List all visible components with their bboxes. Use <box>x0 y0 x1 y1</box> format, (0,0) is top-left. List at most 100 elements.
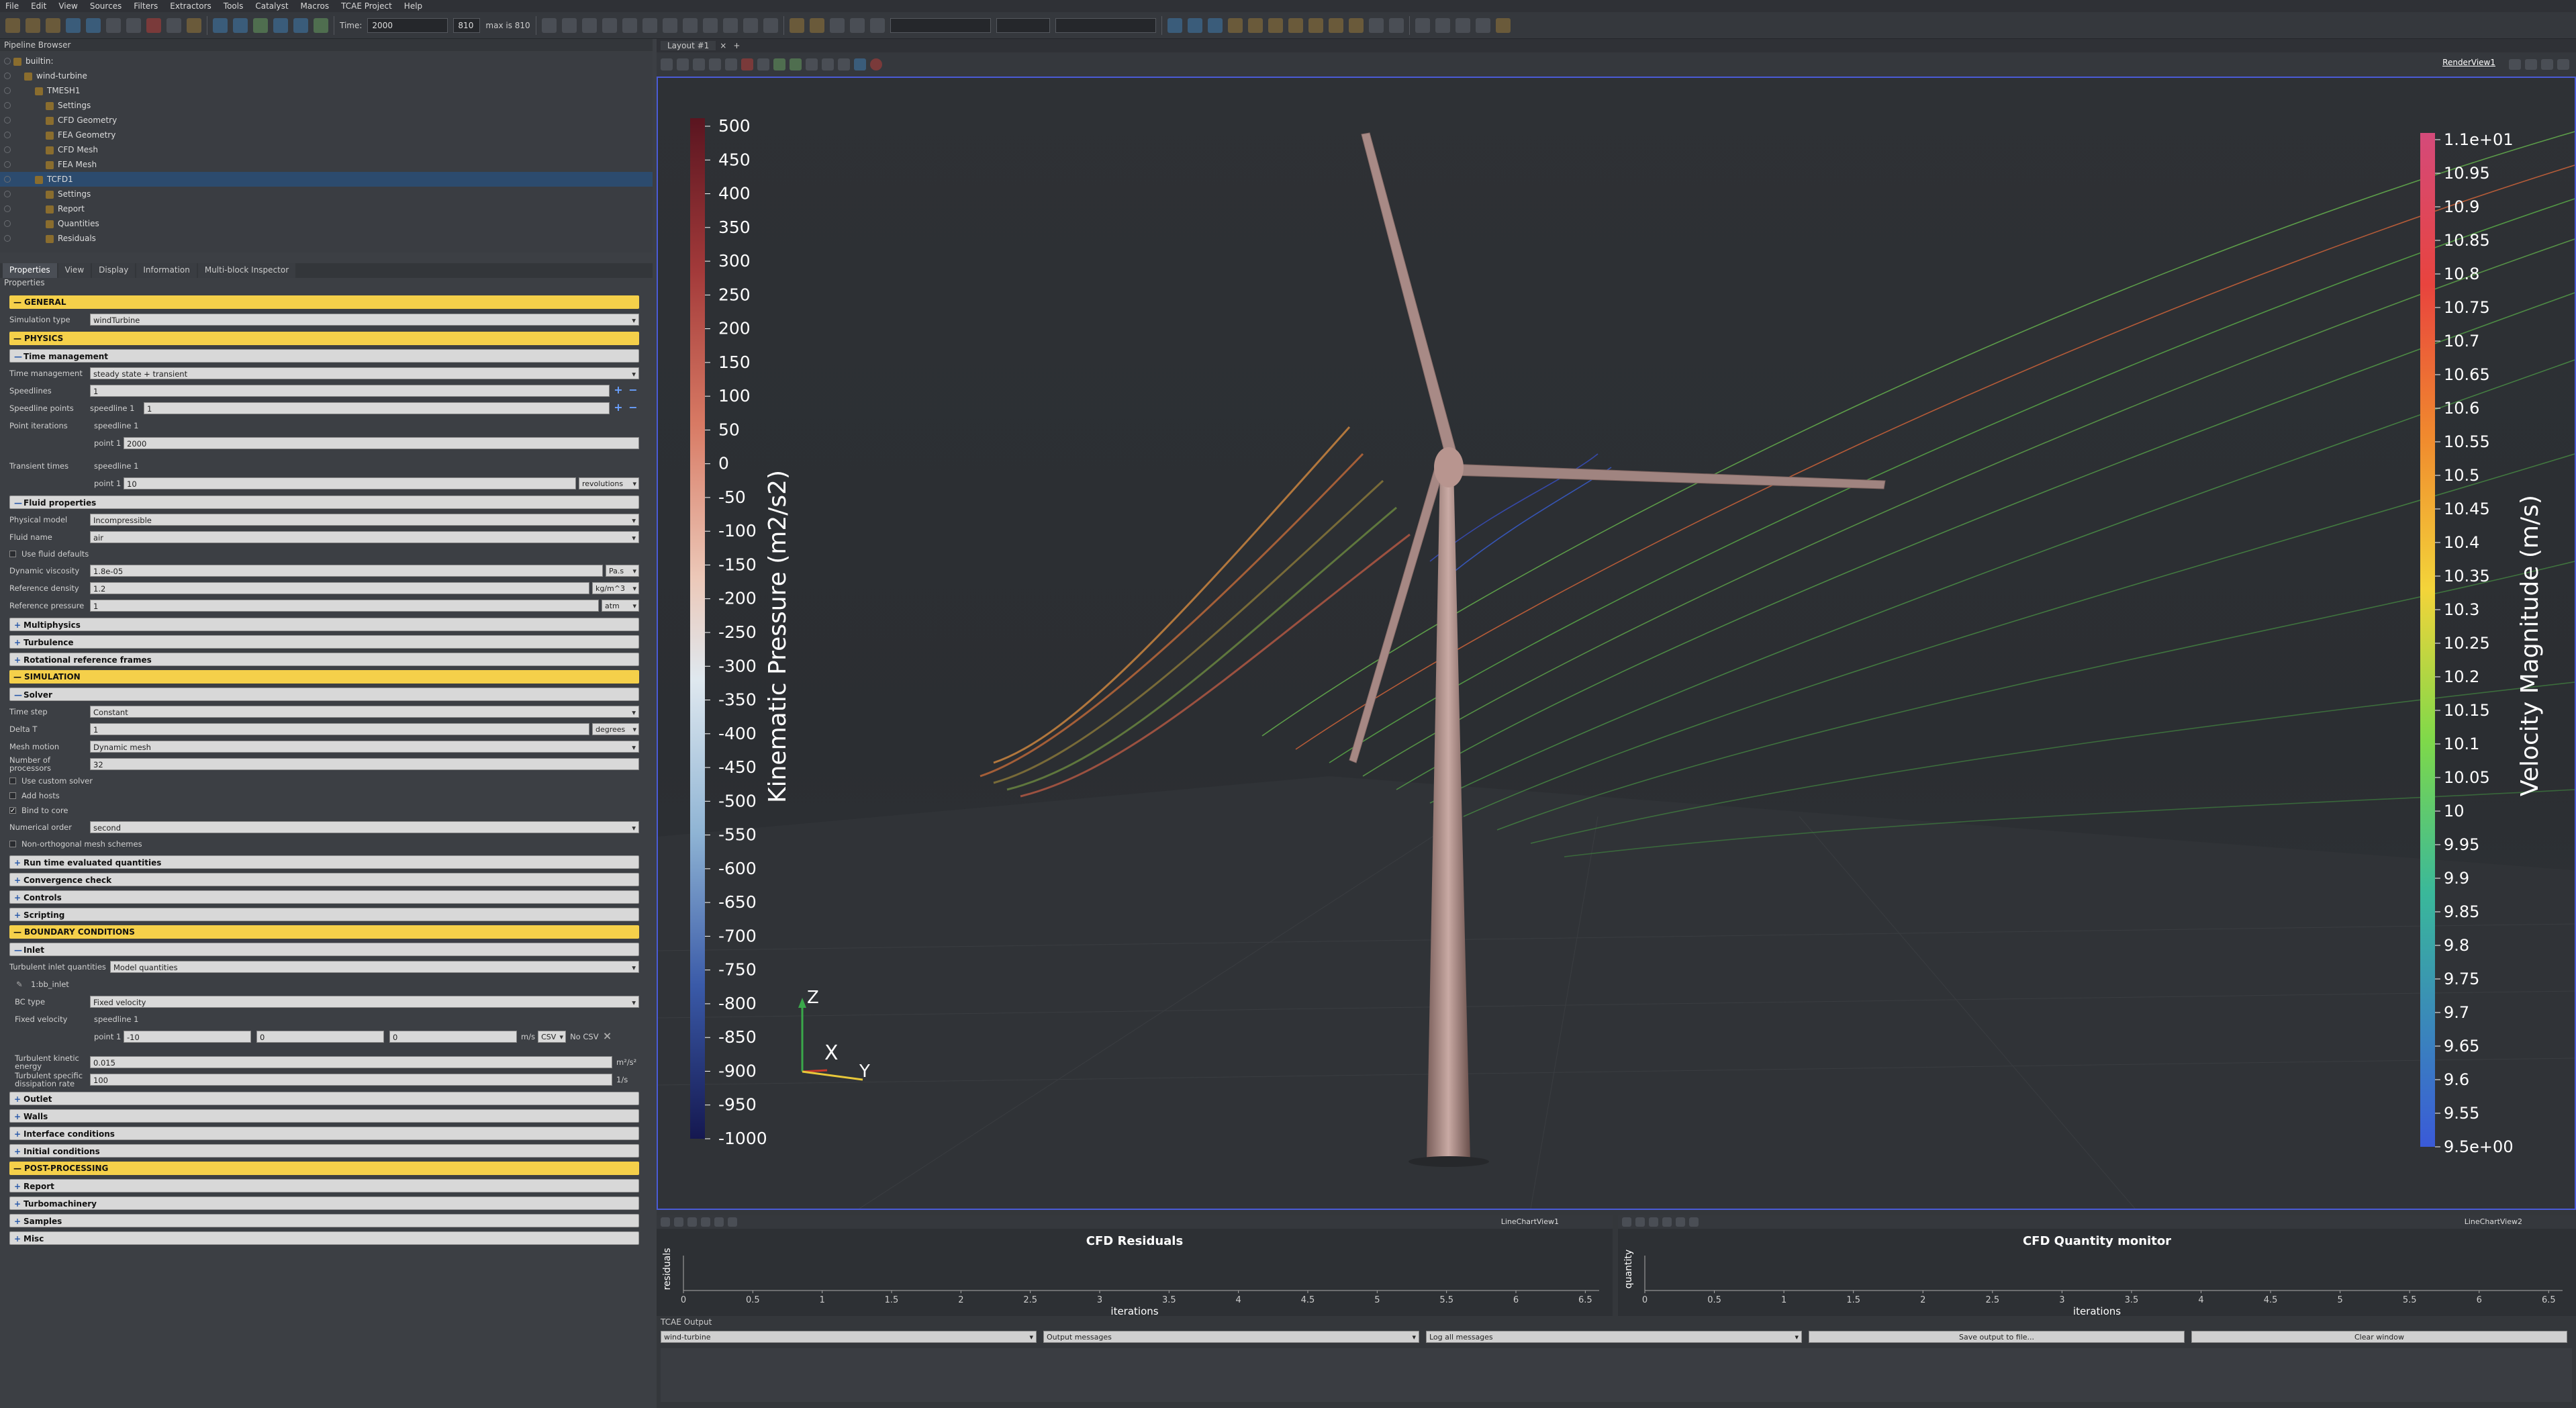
group-solver[interactable]: — Solver <box>9 688 639 701</box>
chart-tool-icon[interactable] <box>1689 1217 1699 1227</box>
chart-tool-icon[interactable] <box>674 1217 683 1227</box>
close-view-icon[interactable] <box>2557 59 2569 70</box>
component-select[interactable] <box>996 17 1050 33</box>
disconnect-icon[interactable] <box>86 17 101 33</box>
group-walls[interactable]: + Walls <box>9 1109 639 1123</box>
menu-help[interactable]: Help <box>404 1 422 11</box>
menu-edit[interactable]: Edit <box>31 1 46 11</box>
pipeline-item[interactable]: Report <box>0 201 653 216</box>
viscosity-unit-select[interactable]: Pa.s <box>606 565 639 577</box>
connect-icon[interactable] <box>66 17 81 33</box>
group-initial-conditions[interactable]: + Initial conditions <box>9 1144 639 1158</box>
split-horizontal-icon[interactable] <box>2509 59 2521 70</box>
tcae-cfd-icon[interactable] <box>809 17 824 33</box>
chart-tool-icon[interactable] <box>728 1217 737 1227</box>
section-simulation[interactable]: — SIMULATION <box>9 670 639 684</box>
extract-icon[interactable] <box>682 17 698 33</box>
group-rotational-reference-frames[interactable]: + Rotational reference frames <box>9 653 639 666</box>
visibility-eye-icon[interactable] <box>4 87 11 94</box>
view-tool-icon[interactable] <box>677 58 689 71</box>
view-tool-icon[interactable] <box>854 58 866 71</box>
stop-icon[interactable] <box>870 58 882 71</box>
section-general[interactable]: — GENERAL <box>9 295 639 309</box>
time-management-select[interactable]: steady state + transient <box>90 367 639 380</box>
speedline-points-input[interactable]: 1 <box>144 402 610 414</box>
group-outlet[interactable]: + Outlet <box>9 1092 639 1105</box>
add-layout-icon[interactable]: + <box>733 41 740 50</box>
expand-icon[interactable]: + <box>14 891 23 904</box>
view-tool-icon[interactable] <box>773 58 785 71</box>
visibility-eye-icon[interactable] <box>4 102 11 109</box>
save-data-icon[interactable] <box>46 17 60 33</box>
group-turbomachinery[interactable]: + Turbomachinery <box>9 1196 639 1210</box>
plus-icon[interactable]: + <box>612 385 624 397</box>
visibility-eye-icon[interactable] <box>4 117 11 124</box>
tab-multi-block-inspector[interactable]: Multi-block Inspector <box>197 263 296 278</box>
group-fluid-properties[interactable]: — Fluid properties <box>9 496 639 509</box>
minus-icon[interactable]: − <box>627 385 639 397</box>
pipeline-item[interactable]: FEA Mesh <box>0 157 653 172</box>
trace-icon[interactable] <box>1475 17 1490 33</box>
tab-display[interactable]: Display <box>92 263 136 278</box>
view-plus-y-icon[interactable] <box>1268 17 1283 33</box>
expand-icon[interactable]: + <box>14 1232 23 1246</box>
velocity-x-input[interactable]: -10 <box>124 1031 251 1043</box>
timestep-input[interactable]: 810 <box>453 17 481 33</box>
screenshot-icon[interactable] <box>1415 17 1430 33</box>
view-minus-x-icon[interactable] <box>1247 17 1263 33</box>
visibility-eye-icon[interactable] <box>4 235 11 242</box>
chart-canvas[interactable]: CFD Quantity monitor quantity iterations 0 0… <box>1618 1229 2576 1317</box>
output-type-select[interactable]: Output messages <box>1043 1331 1419 1344</box>
visibility-eye-icon[interactable] <box>4 73 11 79</box>
visibility-eye-icon[interactable] <box>4 146 11 153</box>
python-icon[interactable] <box>1455 17 1470 33</box>
redo-icon[interactable] <box>166 17 181 33</box>
menu-filters[interactable]: Filters <box>134 1 158 11</box>
section-boundary-conditions[interactable]: — BOUNDARY CONDITIONS <box>9 925 639 939</box>
numerical-order-select[interactable]: second <box>90 821 639 834</box>
expand-icon[interactable]: + <box>14 1127 23 1141</box>
zoom-to-data-icon[interactable] <box>1187 17 1202 33</box>
tsd-input[interactable]: 100 <box>90 1074 612 1086</box>
menu-file[interactable]: File <box>5 1 19 11</box>
group-interface-conditions[interactable]: + Interface conditions <box>9 1127 639 1140</box>
pipeline-item[interactable]: Settings <box>0 98 653 113</box>
point-iterations-input[interactable]: 2000 <box>124 437 639 449</box>
expand-icon[interactable]: + <box>14 1197 23 1211</box>
view-minus-z-icon[interactable] <box>1328 17 1343 33</box>
menu-view[interactable]: View <box>58 1 77 11</box>
velocity-z-input[interactable]: 0 <box>389 1031 517 1043</box>
representation-select[interactable] <box>890 17 991 33</box>
render-canvas[interactable]: 500450400350300250200150100500-50-100-15… <box>658 78 2575 1209</box>
pipeline-item[interactable]: Residuals <box>0 231 653 246</box>
pipeline-item[interactable]: CFD Geometry <box>0 113 653 128</box>
next-frame-icon[interactable] <box>273 17 288 33</box>
isometric-icon[interactable] <box>1348 17 1364 33</box>
mesh-motion-select[interactable]: Dynamic mesh <box>90 741 639 753</box>
view-tool-icon[interactable] <box>757 58 769 71</box>
menu-tcae-project[interactable]: TCAE Project <box>341 1 392 11</box>
tcae-report-icon[interactable] <box>849 17 865 33</box>
clip-icon[interactable] <box>622 17 637 33</box>
pipeline-item[interactable]: FEA Geometry <box>0 128 653 142</box>
section-physics[interactable]: — PHYSICS <box>9 332 639 345</box>
time-step-select[interactable]: Constant <box>90 706 639 718</box>
stream-tracer-icon[interactable] <box>722 17 738 33</box>
undo-icon[interactable] <box>146 17 161 33</box>
num-processors-input[interactable]: 32 <box>90 758 639 770</box>
view-tool-icon[interactable] <box>741 58 753 71</box>
quantity-chart[interactable]: LineChartView2 CFD Quantity monitor quanti… <box>1618 1215 2576 1317</box>
reference-density-input[interactable]: 1.2 <box>90 582 589 594</box>
group-report[interactable]: + Report <box>9 1179 639 1192</box>
animation-icon[interactable] <box>1435 17 1450 33</box>
macro-icon[interactable] <box>126 17 141 33</box>
rotate-ccw-icon[interactable] <box>1388 17 1404 33</box>
expand-icon[interactable]: + <box>14 908 23 922</box>
speedlines-input[interactable]: 1 <box>90 385 610 397</box>
sim-type-select[interactable]: windTurbine <box>90 314 639 326</box>
layout-tab[interactable]: Layout #1 <box>661 41 716 50</box>
group-scripting[interactable]: + Scripting <box>9 908 639 921</box>
output-text-area[interactable] <box>661 1348 2572 1402</box>
chart-tool-icon[interactable] <box>1635 1217 1645 1227</box>
prev-frame-icon[interactable] <box>233 17 248 33</box>
